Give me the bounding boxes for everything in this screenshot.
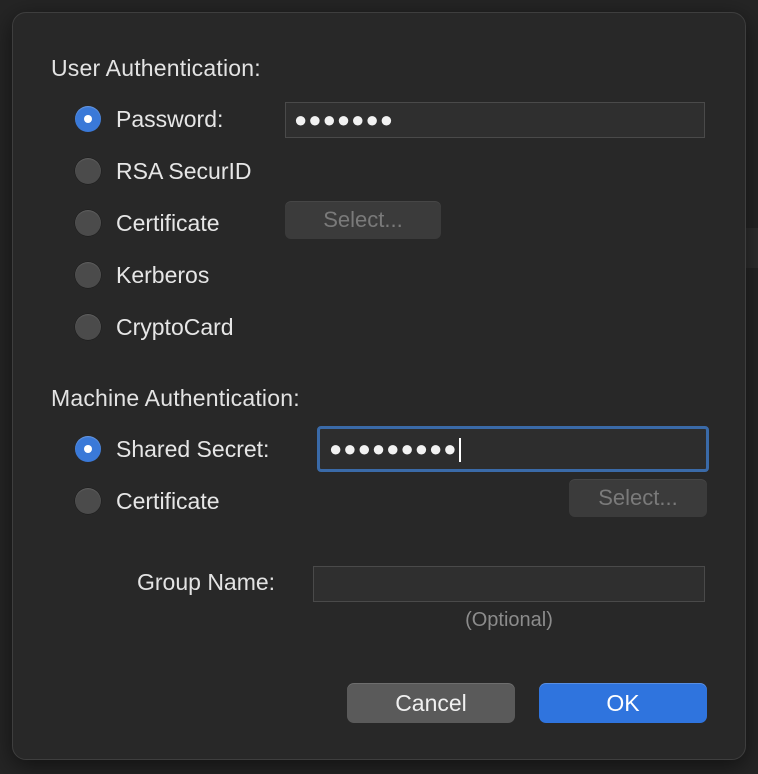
- radio-certificate-user[interactable]: Certificate: [75, 207, 220, 239]
- text-caret: [458, 438, 461, 463]
- radio-label-rsa-securid: RSA SecurID: [116, 157, 252, 184]
- radio-label-shared-secret: Shared Secret:: [116, 435, 270, 462]
- radio-button-cryptocard[interactable]: [75, 314, 101, 340]
- shared-secret-field[interactable]: ●●●●●●●●●: [317, 426, 709, 472]
- radio-button-kerberos[interactable]: [75, 262, 101, 288]
- radio-kerberos[interactable]: Kerberos: [75, 259, 209, 291]
- group-name-label: Group Name:: [137, 569, 276, 595]
- select-certificate-machine-button[interactable]: Select...: [569, 479, 707, 517]
- radio-label-certificate-machine: Certificate: [116, 487, 220, 514]
- password-field[interactable]: ●●●●●●●: [285, 102, 705, 138]
- background-panel: [744, 228, 758, 268]
- radio-certificate-machine[interactable]: Certificate: [75, 485, 220, 517]
- radio-button-certificate-machine[interactable]: [75, 488, 101, 514]
- machine-authentication-title: Machine Authentication:: [51, 385, 300, 411]
- radio-label-cryptocard: CryptoCard: [116, 313, 234, 340]
- radio-label-kerberos: Kerberos: [116, 261, 210, 288]
- radio-label-password: Password:: [116, 105, 224, 132]
- radio-shared-secret[interactable]: Shared Secret:: [75, 433, 269, 465]
- radio-button-rsa-securid[interactable]: [75, 158, 101, 184]
- optional-hint: (Optional): [465, 609, 553, 631]
- ok-button[interactable]: OK: [539, 683, 707, 723]
- group-name-field[interactable]: [313, 566, 705, 602]
- radio-button-certificate-user[interactable]: [75, 210, 101, 236]
- radio-label-certificate-user: Certificate: [116, 209, 220, 236]
- radio-password[interactable]: Password:: [75, 103, 223, 135]
- cancel-button[interactable]: Cancel: [347, 683, 515, 723]
- radio-button-shared-secret[interactable]: [75, 436, 101, 462]
- radio-rsa-securid[interactable]: RSA SecurID: [75, 155, 252, 187]
- shared-secret-value: ●●●●●●●●●: [329, 436, 458, 461]
- select-certificate-user-button[interactable]: Select...: [285, 201, 441, 239]
- radio-cryptocard[interactable]: CryptoCard: [75, 311, 234, 343]
- radio-button-password[interactable]: [75, 106, 101, 132]
- authentication-sheet: User Authentication: Password: ●●●●●●● R…: [12, 12, 746, 760]
- user-authentication-title: User Authentication:: [51, 55, 261, 81]
